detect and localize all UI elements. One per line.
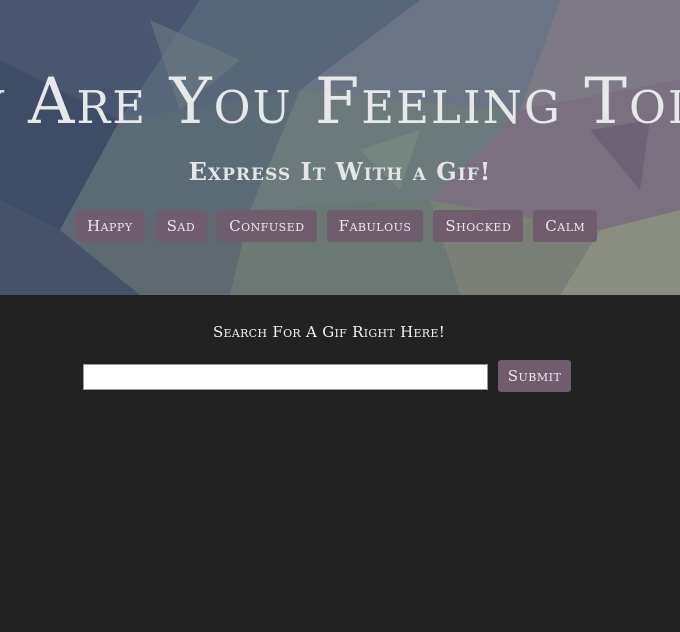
mood-button-shocked[interactable]: Shocked (433, 210, 524, 242)
mood-button-happy[interactable]: Happy (75, 210, 145, 242)
mood-button-group: Happy Sad Confused Fabulous Shocked Calm (75, 210, 598, 242)
submit-button[interactable]: Submit (498, 360, 571, 392)
page-subtitle: Express It With a Gif! (188, 157, 492, 186)
search-input[interactable] (83, 364, 488, 390)
search-section: Search For A Gif Right Here! Submit (0, 295, 680, 632)
search-label: Search For A Gif Right Here! (212, 323, 446, 341)
page-title: y Are You Feeling Tod (0, 65, 680, 139)
mood-button-calm[interactable]: Calm (533, 210, 598, 242)
mood-button-fabulous[interactable]: Fabulous (326, 210, 424, 242)
mood-button-confused[interactable]: Confused (217, 210, 317, 242)
hero-background-image (0, 0, 680, 295)
hero-banner: y Are You Feeling Tod Express It With a … (0, 0, 680, 295)
mood-button-sad[interactable]: Sad (154, 210, 208, 242)
